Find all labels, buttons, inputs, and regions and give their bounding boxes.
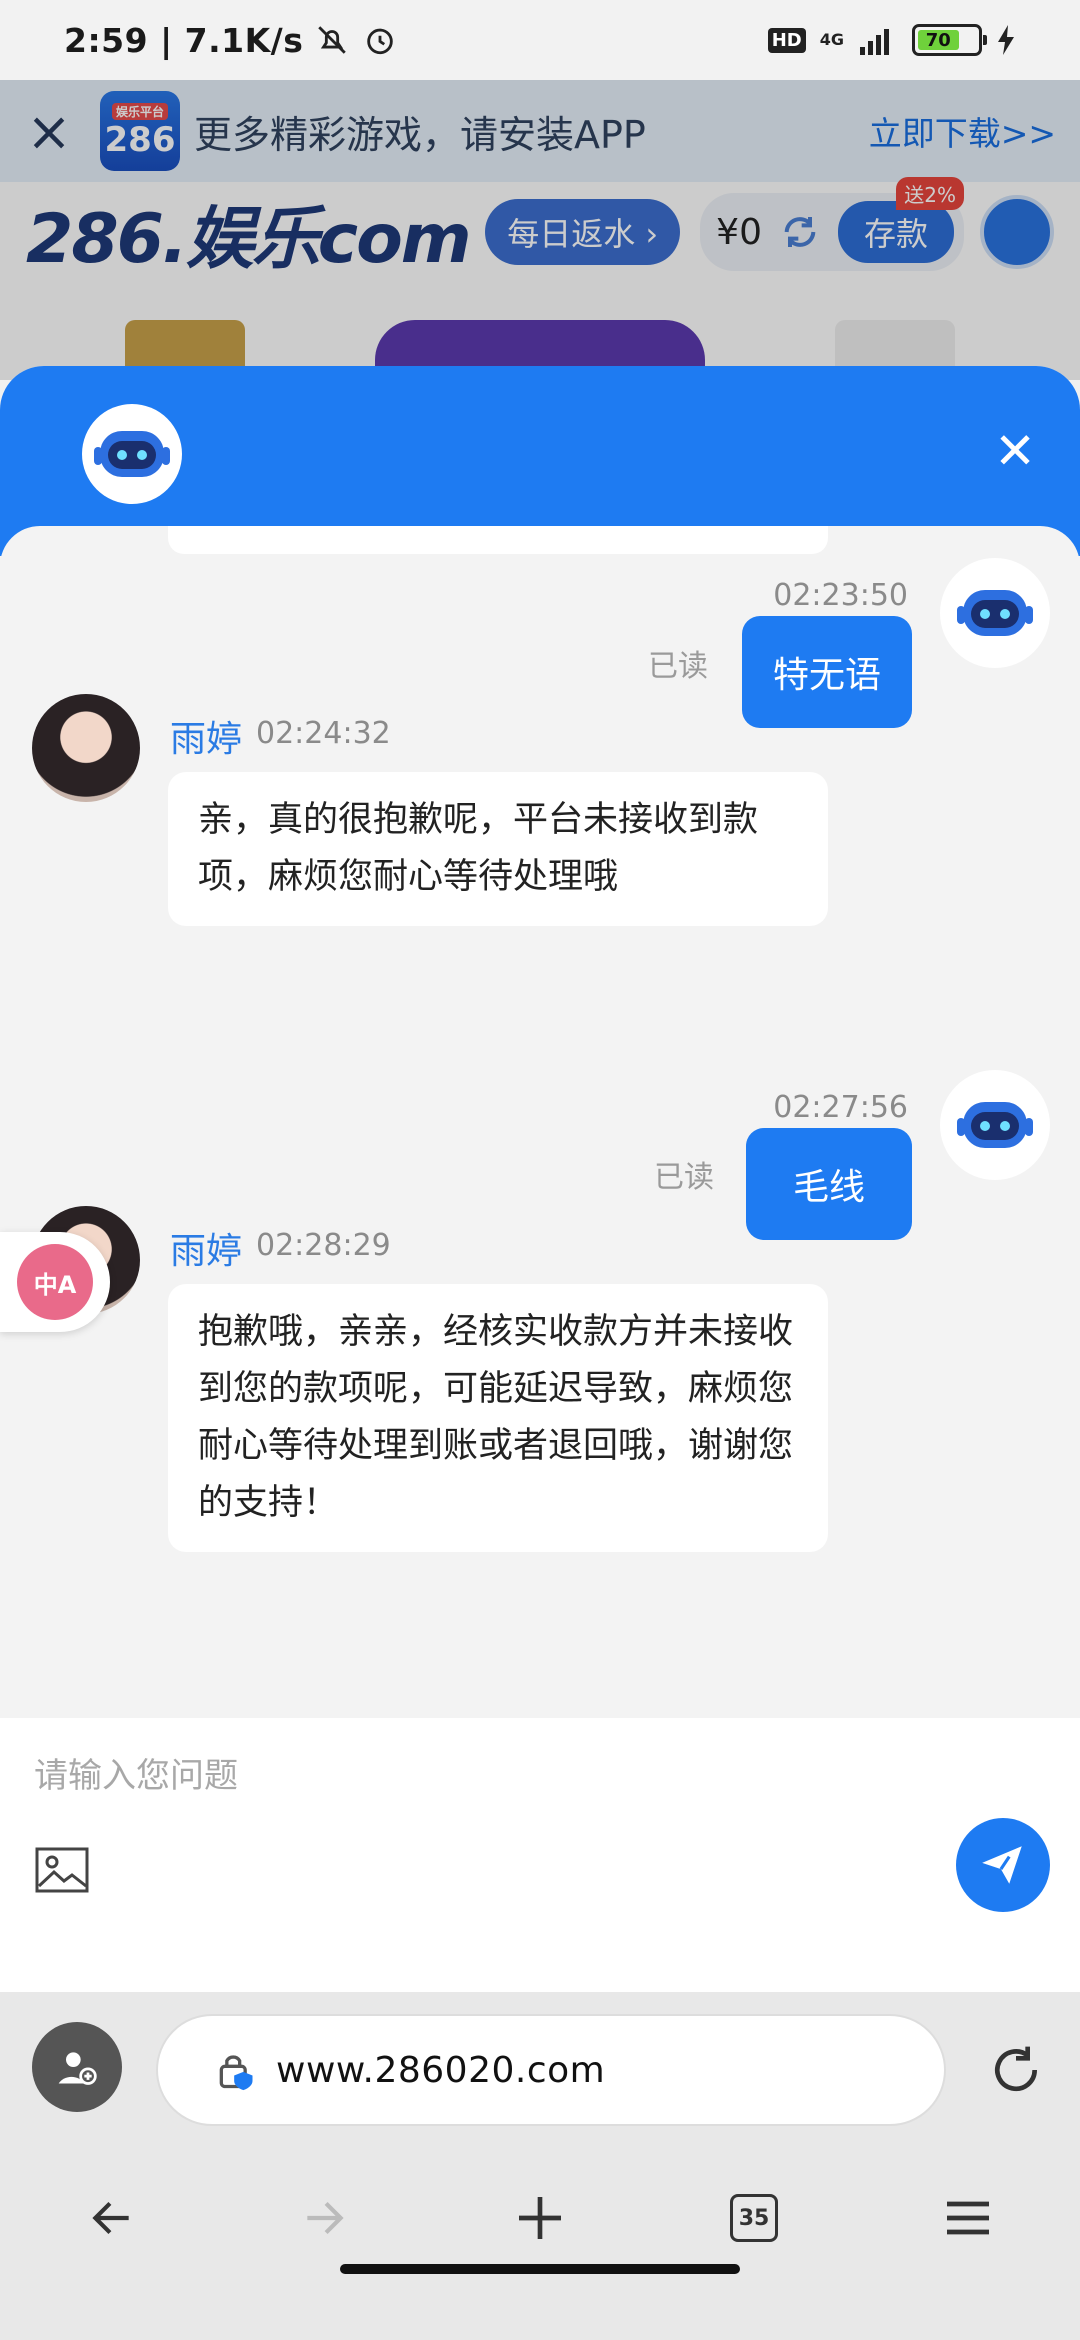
message-bubble-partial <box>168 526 828 554</box>
agent-name: 雨婷 <box>170 1231 243 1272</box>
message-time: 02:28:29 <box>256 1228 391 1263</box>
status-bar: 2:59 | 7.1K/s HD 4G 70 <box>0 0 1080 80</box>
forward-button[interactable] <box>284 2178 364 2258</box>
bot-avatar <box>82 404 182 504</box>
robot-icon <box>957 590 1033 636</box>
mute-bell-icon <box>318 26 347 54</box>
browser-address-bar: www.286020.com <box>0 1992 1080 2142</box>
menu-icon <box>947 2201 989 2235</box>
chat-panel: ✕ 02:23:50 已读 特无语 雨婷 02:24:32 亲，真的很抱歉呢，平… <box>0 366 1080 1992</box>
robot-icon <box>94 431 170 477</box>
back-button[interactable] <box>72 2178 152 2258</box>
network-label: 4G <box>819 30 844 49</box>
overlay-dim <box>0 80 1080 380</box>
alarm-icon <box>367 28 394 55</box>
battery-level: 70 <box>918 30 959 51</box>
url-text: www.286020.com <box>276 2049 606 2091</box>
message-time: 02:24:32 <box>256 716 391 751</box>
charging-icon <box>998 25 1014 55</box>
agent-message-bubble: 亲，真的很抱歉呢，平台未接收到款项，麻烦您耐心等待处理哦 <box>168 772 828 926</box>
agent-avatar <box>32 694 140 802</box>
robot-icon <box>957 1102 1033 1148</box>
agent-name: 雨婷 <box>170 719 243 760</box>
translate-button[interactable]: 中A <box>0 1232 110 1332</box>
agent-message-bubble: 抱歉哦，亲亲，经核实收款方并未接收到您的款项呢，可能延迟导致，麻烦您耐心等待处理… <box>168 1284 828 1552</box>
user-avatar <box>940 558 1050 668</box>
home-indicator[interactable] <box>340 2264 740 2274</box>
add-user-icon <box>58 2052 97 2085</box>
secure-lock-icon <box>219 2055 253 2091</box>
message-time: 02:27:56 <box>773 1090 908 1125</box>
reload-icon[interactable] <box>988 2042 1044 2098</box>
browser-nav-bar: 35 <box>0 2142 1080 2340</box>
chat-input-area <box>0 1718 1080 1992</box>
profile-button[interactable] <box>32 2022 122 2112</box>
battery-icon: 70 <box>912 24 987 56</box>
forward-arrow-icon <box>307 2201 344 2235</box>
message-list: 02:23:50 已读 特无语 雨婷 02:24:32 亲，真的很抱歉呢，平台未… <box>0 526 1080 1718</box>
message-time: 02:23:50 <box>773 578 908 613</box>
message-input[interactable] <box>34 1736 894 1816</box>
plus-icon <box>519 2197 561 2239</box>
send-button[interactable] <box>956 1818 1050 1912</box>
signal-icon <box>860 29 889 55</box>
status-time: 2:59 | 7.1K/s <box>64 20 304 60</box>
url-field[interactable]: www.286020.com <box>156 2014 946 2126</box>
back-arrow-icon <box>92 2201 129 2235</box>
read-receipt: 已读 <box>648 649 708 684</box>
send-icon <box>982 1846 1022 1884</box>
read-receipt: 已读 <box>654 1160 714 1195</box>
tab-count: 35 <box>730 2194 778 2242</box>
user-message-bubble: 毛线 <box>746 1128 912 1240</box>
user-avatar <box>940 1070 1050 1180</box>
translate-icon: 中A <box>17 1244 93 1320</box>
menu-button[interactable] <box>928 2178 1008 2258</box>
new-tab-button[interactable] <box>500 2178 580 2258</box>
hd-badge: HD <box>767 27 806 53</box>
chat-close-icon[interactable]: ✕ <box>994 422 1036 480</box>
user-message-bubble: 特无语 <box>742 616 912 728</box>
tabs-button[interactable]: 35 <box>714 2178 794 2258</box>
image-upload-icon[interactable] <box>34 1846 90 1894</box>
